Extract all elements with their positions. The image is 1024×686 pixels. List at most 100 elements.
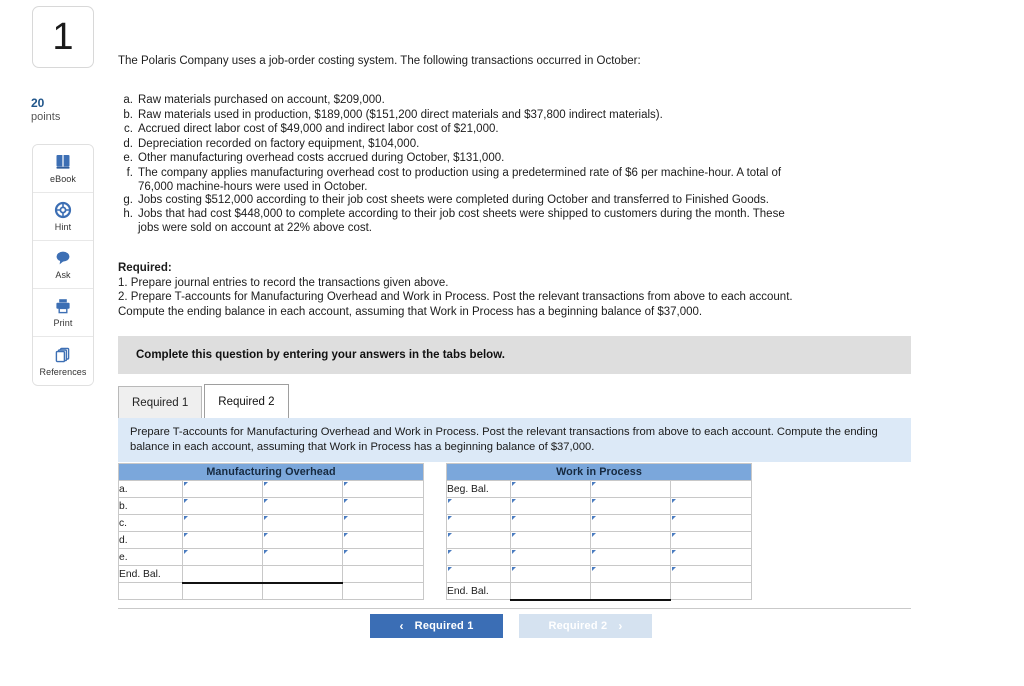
transaction-letter: f. [126,166,133,179]
tool-stack: eBook Hint Ask Print References [32,144,94,386]
debit-input-cell[interactable] [182,514,263,532]
transaction-text: The company applies manufacturing overhe… [138,166,782,179]
extra-input-cell[interactable] [341,497,425,515]
required-item-2: 2. Prepare T-accounts for Manufacturing … [118,291,793,304]
ending-balance-label: End. Bal. [446,582,511,600]
debit-input-cell[interactable] [510,531,591,549]
tool-ebook-label: eBook [49,174,77,184]
transaction-text: Jobs costing $512,000 according to their… [138,193,769,206]
ending-balance-extra-cell[interactable] [341,565,425,583]
debit-input-cell[interactable] [510,565,591,583]
debit-input-cell[interactable] [182,480,263,498]
row-label-input-cell[interactable] [446,548,511,566]
printer-icon [54,297,72,315]
tab-required-1[interactable]: Required 1 [118,386,203,418]
credit-input-cell[interactable] [590,565,671,583]
ending-balance-credit-cell[interactable] [262,565,343,584]
extra-cell [669,480,753,498]
beginning-balance-label: Beg. Bal. [446,480,511,498]
transaction-item: f. The company applies manufacturing over… [118,166,908,181]
tool-ask[interactable]: Ask [33,241,93,289]
t-account-table: Manufacturing Overhead a. b. c. d. e. En… [117,463,425,600]
tab-required-2-label: Required 2 [218,395,275,408]
transaction-item: d. Depreciation recorded on factory equip… [118,137,908,152]
next-required-2-button[interactable]: Required 2 › [519,614,652,638]
extra-input-cell[interactable] [341,480,425,498]
credit-input-cell[interactable] [590,497,671,515]
transaction-letter: c. [124,123,133,136]
credit-input-cell[interactable] [590,514,671,532]
credit-input-cell[interactable] [262,514,343,532]
ending-balance-debit-cell[interactable] [182,565,263,584]
table-row [446,514,753,532]
credit-input-cell[interactable] [262,497,343,515]
table-row [446,497,753,515]
transaction-text: Accrued direct labor cost of $49,000 and… [138,123,499,136]
tab-required-1-label: Required 1 [132,396,189,409]
row-label-input-cell[interactable] [446,497,511,515]
ending-balance-extra-cell[interactable] [669,582,753,600]
ending-balance-debit-cell[interactable] [510,582,591,601]
prev-required-1-button[interactable]: ‹ Required 1 [370,614,503,638]
transaction-item: a. Raw materials purchased on account, $2… [118,93,908,108]
debit-input-cell[interactable] [510,514,591,532]
table-row-ending-balance: End. Bal. [118,565,425,584]
extra-input-cell[interactable] [341,548,425,566]
ending-balance-credit-cell[interactable] [590,582,671,601]
ending-balance-label: End. Bal. [118,565,183,583]
debit-input-cell[interactable] [510,497,591,515]
extra-input-cell[interactable] [669,548,753,566]
row-label-input-cell[interactable] [446,514,511,532]
extra-input-cell[interactable] [669,531,753,549]
transaction-continuation: 76,000 machine-hours were used in Octobe… [138,180,368,193]
tool-ebook[interactable]: eBook [33,145,93,193]
tab-required-2[interactable]: Required 2 [204,384,289,418]
transaction-letter: d. [123,137,133,150]
tool-print-label: Print [53,318,73,328]
extra-input-cell[interactable] [341,531,425,549]
debit-input-cell[interactable] [510,480,591,498]
transaction-letter: g. [123,193,133,206]
credit-input-cell[interactable] [590,548,671,566]
transaction-letter: a. [123,94,133,106]
table-row [446,531,753,549]
problem-intro: The Polaris Company uses a job-order cos… [118,55,641,67]
row-label: e. [118,548,183,566]
credit-input-cell[interactable] [590,531,671,549]
debit-input-cell[interactable] [510,548,591,566]
book-icon [54,153,72,171]
table-row: e. [118,548,425,566]
row-label-input-cell[interactable] [446,531,511,549]
chevron-left-icon: ‹ [399,619,404,633]
t-account-table: Work in Process Beg. Bal. End. Bal. [445,463,753,601]
extra-input-cell[interactable] [669,565,753,583]
credit-input-cell[interactable] [590,480,671,498]
row-label-input-cell[interactable] [446,565,511,583]
spacer-cell [182,582,263,600]
credit-input-cell[interactable] [262,531,343,549]
required-item-2-continued: Compute the ending balance in each accou… [118,305,703,318]
credit-input-cell[interactable] [262,480,343,498]
transaction-letter: b. [123,108,133,121]
debit-input-cell[interactable] [182,548,263,566]
credit-input-cell[interactable] [262,548,343,566]
debit-input-cell[interactable] [182,497,263,515]
footer-navigation: ‹ Required 1 Required 2 › [370,614,652,638]
life-ring-icon [54,201,72,219]
tool-hint[interactable]: Hint [33,193,93,241]
transaction-item: b. Raw materials used in production, $189… [118,108,908,123]
tool-references[interactable]: References [33,337,93,385]
extra-input-cell[interactable] [669,497,753,515]
extra-input-cell[interactable] [341,514,425,532]
tool-print[interactable]: Print [33,289,93,337]
debit-input-cell[interactable] [182,531,263,549]
table-row [446,548,753,566]
transaction-continuation: jobs were sold on account at 22% above c… [138,221,372,234]
table-row: a. [118,480,425,498]
transaction-text: Jobs that had cost $448,000 to complete … [138,208,785,221]
transaction-text: Other manufacturing overhead costs accru… [138,152,505,165]
tool-hint-label: Hint [54,222,72,232]
spacer-cell [341,582,425,600]
row-label: a. [118,480,183,498]
extra-input-cell[interactable] [669,514,753,532]
